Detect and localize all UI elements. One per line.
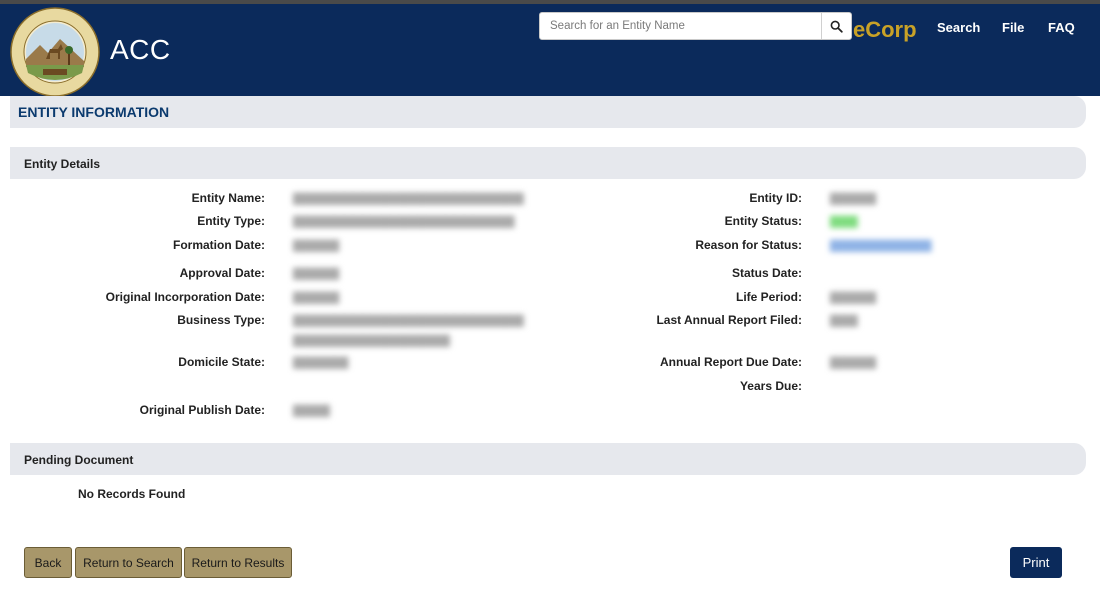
annual-report-due-date-label: Annual Report Due Date: [659, 355, 802, 369]
annual-report-due-date-value-redacted: ▇▇▇▇▇ [830, 355, 877, 369]
original-incorporation-date-value-redacted: ▇▇▇▇▇ [293, 290, 340, 304]
ecorp-logo-text[interactable]: eCorp [853, 17, 917, 43]
formation-date-value-redacted: ▇▇▇▇▇ [293, 238, 340, 252]
entity-type-value-redacted: ▇▇▇▇▇▇▇▇▇▇▇▇▇▇▇▇▇▇▇▇▇▇▇▇ [293, 214, 515, 228]
life-period-label: Life Period: [735, 290, 802, 304]
entity-details-header: Entity Details [10, 147, 1086, 179]
business-type-value-redacted-line2: ▇▇▇▇▇▇▇▇▇▇▇▇▇▇▇▇▇ [293, 333, 450, 347]
original-incorporation-date-label: Original Incorporation Date: [105, 290, 265, 304]
years-due-label: Years Due: [739, 379, 802, 393]
back-button[interactable]: Back [24, 547, 72, 578]
pending-document-header: Pending Document [10, 443, 1086, 475]
entity-id-value-redacted: ▇▇▇▇▇ [830, 191, 877, 205]
page-title: ENTITY INFORMATION [18, 104, 170, 120]
entity-name-value-redacted: ▇▇▇▇▇▇▇▇▇▇▇▇▇▇▇▇▇▇▇▇▇▇▇▇▇ [293, 191, 524, 205]
return-to-search-button[interactable]: Return to Search [75, 547, 182, 578]
entity-information-header: ENTITY INFORMATION [10, 96, 1086, 128]
reason-for-status-value-redacted: ▇▇▇▇▇▇▇▇▇▇▇ [830, 238, 932, 252]
entity-search-box [539, 12, 852, 40]
reason-for-status-label: Reason for Status: [695, 238, 802, 252]
approval-date-label: Approval Date: [179, 266, 265, 280]
original-publish-date-value-redacted: ▇▇▇▇ [293, 403, 330, 417]
entity-status-value-redacted: ▇▇▇ [830, 214, 858, 228]
last-annual-report-filed-label: Last Annual Report Filed: [656, 313, 802, 327]
formation-date-label: Formation Date: [172, 238, 265, 252]
pending-document-title: Pending Document [24, 453, 134, 467]
last-annual-report-filed-value-redacted: ▇▇▇ [830, 313, 858, 327]
original-publish-date-label: Original Publish Date: [139, 403, 265, 417]
entity-name-label: Entity Name: [191, 191, 265, 205]
business-type-label: Business Type: [177, 313, 265, 327]
domicile-state-label: Domicile State: [178, 355, 265, 369]
arizona-corporation-commission-seal-logo[interactable] [10, 7, 100, 97]
domicile-state-value-redacted: ▇▇▇▇▇▇ [293, 355, 349, 369]
no-records-message: No Records Found [78, 487, 186, 501]
entity-type-label: Entity Type: [197, 214, 265, 228]
entity-details-title: Entity Details [24, 157, 101, 171]
nav-file-link[interactable]: File [1002, 20, 1024, 35]
entity-search-input[interactable] [540, 13, 823, 39]
search-icon [830, 20, 843, 33]
status-date-label: Status Date: [731, 266, 802, 280]
site-brand-title[interactable]: ACC [110, 34, 171, 66]
entity-id-label: Entity ID: [749, 191, 802, 205]
site-header: ACC eCorp Search File FAQ [0, 4, 1100, 97]
print-button[interactable]: Print [1010, 547, 1062, 578]
life-period-value-redacted: ▇▇▇▇▇ [830, 290, 877, 304]
nav-faq-link[interactable]: FAQ [1048, 20, 1075, 35]
nav-search-link[interactable]: Search [937, 20, 980, 35]
search-submit-button[interactable] [821, 13, 851, 39]
entity-status-label: Entity Status: [724, 214, 802, 228]
business-type-value-redacted-line1: ▇▇▇▇▇▇▇▇▇▇▇▇▇▇▇▇▇▇▇▇▇▇▇▇▇ [293, 313, 524, 327]
return-to-results-button[interactable]: Return to Results [184, 547, 292, 578]
approval-date-value-redacted: ▇▇▇▇▇ [293, 266, 340, 280]
